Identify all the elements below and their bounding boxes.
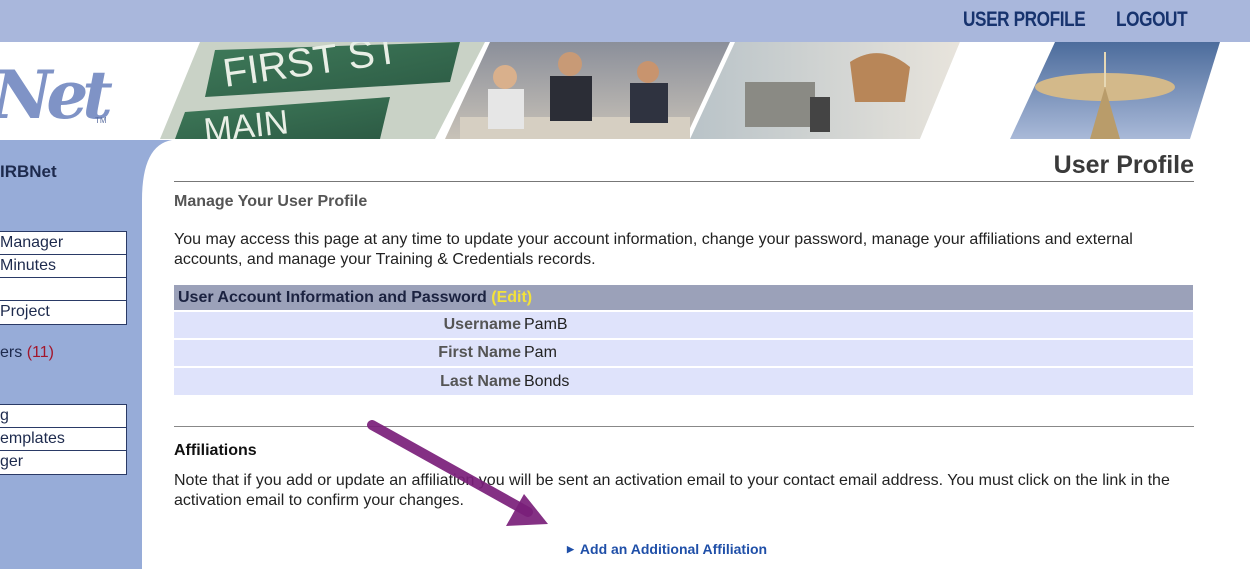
triangle-bullet-icon: ▶: [567, 544, 574, 554]
add-affiliation-label: Add an Additional Affiliation: [579, 541, 768, 557]
edit-account-link[interactable]: (Edit): [491, 289, 532, 306]
account-table-header: User Account Information and Password (E…: [174, 285, 1193, 311]
user-profile-link[interactable]: USER PROFILE: [963, 8, 1086, 32]
logout-link[interactable]: LOGOUT: [1116, 8, 1188, 32]
table-row: Last Name Bonds: [174, 367, 1193, 395]
account-info-table: User Account Information and Password (E…: [174, 285, 1193, 395]
sidebar-corner-curve: [142, 140, 172, 200]
sidebar-item-minutes[interactable]: Minutes: [0, 255, 126, 278]
logo-trademark: TM: [95, 116, 107, 125]
first-name-label: First Name: [438, 344, 521, 361]
intro-paragraph: You may access this page at any time to …: [174, 231, 1133, 268]
section-heading: Manage Your User Profile: [174, 193, 368, 210]
header-banner: Net TM FIRST ST MAIN: [0, 42, 1250, 139]
banner-image: FIRST ST MAIN: [160, 42, 1250, 139]
affiliations-divider: [174, 426, 1194, 427]
logo: Net TM: [0, 42, 170, 139]
page-title: User Profile: [1053, 151, 1194, 179]
last-name-label: Last Name: [440, 372, 521, 390]
sidebar-item-manager[interactable]: Manager: [0, 232, 126, 255]
sidebar-title: IRBNet: [0, 162, 57, 181]
username-value: PamB: [524, 316, 568, 333]
sidebar-item-project[interactable]: Project: [0, 301, 126, 324]
sidebar-item-ger[interactable]: ger: [0, 451, 126, 474]
first-name-value: Pam: [524, 344, 557, 361]
username-label: Username: [443, 316, 521, 333]
sidebar: IRBNet Manager Minutes Project ers (11) …: [0, 140, 142, 569]
sidebar-item-blank[interactable]: [0, 278, 126, 301]
affiliations-note: Note that if you add or update an affili…: [174, 472, 1170, 509]
table-row: Username PamB: [174, 311, 1193, 339]
sidebar-item-templates[interactable]: emplates: [0, 428, 126, 451]
logo-text: Net: [0, 56, 113, 134]
add-affiliation-link[interactable]: ▶ Add an Additional Affiliation: [567, 541, 767, 557]
sidebar-item-letters[interactable]: ers (11): [0, 344, 54, 362]
title-divider: [174, 181, 1194, 182]
last-name-value: Bonds: [524, 372, 570, 390]
sidebar-menu-group-1: Manager Minutes Project: [0, 231, 127, 325]
affiliations-heading: Affiliations: [174, 442, 257, 459]
sidebar-menu-group-2: g emplates ger: [0, 404, 127, 475]
sidebar-item-g[interactable]: g: [0, 405, 126, 428]
sidebar-letters-label: ers: [0, 344, 23, 361]
account-table-title: User Account Information and Password: [178, 288, 487, 306]
sidebar-letters-count: (11): [26, 344, 54, 361]
table-row: First Name Pam: [174, 339, 1193, 367]
top-nav-bar: USER PROFILE LOGOUT: [0, 0, 1250, 42]
